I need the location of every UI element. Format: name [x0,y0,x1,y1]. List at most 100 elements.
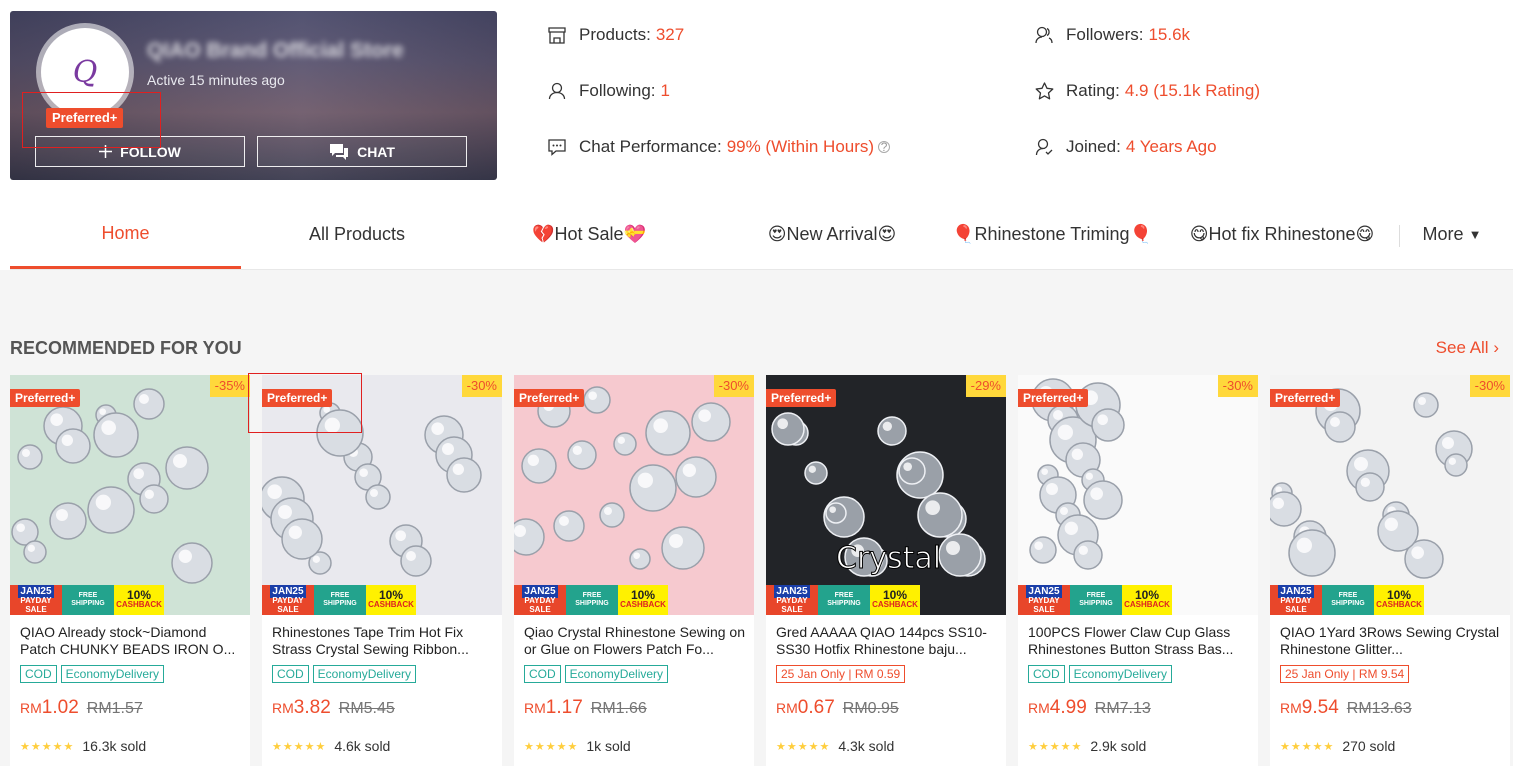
product-photo: Crystal [766,375,1006,615]
product-sold: ★★★★★ 2.9k sold [1028,738,1146,754]
chevron-right-icon: › [1493,338,1499,357]
product-title[interactable]: Gred AAAAA QIAO 144pcs SS10-SS30 Hotfix … [776,624,998,658]
product-image[interactable]: Preferred+ -30% JAN25 PAYDAY SALE FREE SH… [514,375,754,615]
product-sold: ★★★★★ 1k sold [524,738,631,754]
person-check-icon [1034,137,1054,157]
stat-chat-value: 99% (Within Hours) [726,137,875,156]
payday-sale-label: JAN25 PAYDAY SALE [1018,584,1070,615]
product-image[interactable]: Preferred+ -30% JAN25 PAYDAY SALE FREE SH… [1270,375,1510,615]
tab-hot-sale[interactable]: 💔Hot Sale💝 [473,200,705,269]
shop-name: QIAO Brand Official Store [147,39,404,62]
tab-divider [1399,225,1400,247]
product-sold: ★★★★★ 16.3k sold [20,738,146,754]
chat-icon [330,144,349,160]
product-chip: COD [20,665,57,683]
product-card[interactable]: Preferred+ -30% JAN25 PAYDAY SALE FREE SH… [1270,375,1510,775]
rating-stars-icon: ★★★★★ [1028,740,1083,753]
avatar-inner: Q [41,28,129,116]
payday-sale-label: JAN25 PAYDAY SALE [262,584,314,615]
price-value: 0.67 [797,697,835,718]
see-all-link[interactable]: See All › [1436,338,1499,358]
product-chip: 25 Jan Only | RM 0.59 [776,665,906,683]
product-chips: 25 Jan Only | RM 0.59 [776,665,906,683]
chat-label: CHAT [357,143,395,160]
product-title[interactable]: Qiao Crystal Rhinestone Sewing on or Glu… [524,624,746,658]
product-image[interactable]: Preferred+ -30% JAN25 PAYDAY SALE FREE SH… [1018,375,1258,615]
stat-joined-label: Joined: [1066,137,1121,156]
tab-home[interactable]: Home [10,200,241,269]
product-sold: ★★★★★ 270 sold [1280,738,1395,754]
discount-badge: -30% [1217,375,1258,397]
product-card[interactable]: Preferred+ -35% JAN25 PAYDAY SALE FREE SH… [10,375,250,775]
cashback-label: 10% CASHBACK [618,585,668,615]
price-currency: RM [1028,700,1050,716]
product-chip: 25 Jan Only | RM 9.54 [1280,665,1410,683]
free-shipping-label: FREE SHIPPING [62,585,114,615]
product-title[interactable]: QIAO 1Yard 3Rows Sewing Crystal Rhinesto… [1280,624,1502,658]
sold-count: 2.9k sold [1090,738,1147,754]
product-chip: COD [524,665,561,683]
star-icon [1034,81,1054,101]
chat-button[interactable]: CHAT [257,136,467,167]
stat-joined-value: 4 Years Ago [1125,137,1217,156]
follow-button[interactable]: FOLLOW [35,136,245,167]
stat-joined: Joined: 4 Years Ago [1034,137,1217,157]
preferred-plus-badge: Preferred+ [46,108,124,128]
product-title[interactable]: 100PCS Flower Claw Cup Glass Rhinestones… [1028,624,1250,658]
preferred-plus-tag: Preferred+ [1270,389,1341,407]
tab-all-products[interactable]: All Products [241,200,473,269]
stat-rating-value: 4.9 (15.1k Rating) [1124,81,1261,100]
free-shipping-label: FREE SHIPPING [566,585,618,615]
promo-banner: JAN25 PAYDAY SALE FREE SHIPPING 10% CASHBA… [1270,584,1424,615]
product-chip: COD [272,665,309,683]
stat-followers-label: Followers: [1066,25,1144,44]
stat-rating-label: Rating: [1066,81,1120,100]
help-icon[interactable]: ? [878,141,891,153]
original-price: RM7.13 [1094,700,1151,717]
product-card[interactable]: Preferred+ -30% JAN25 PAYDAY SALE FREE SH… [1018,375,1258,775]
person-icon [547,81,567,101]
product-card[interactable]: Preferred+ -30% JAN25 PAYDAY SALE FREE SH… [514,375,754,775]
product-photo [10,375,250,615]
discount-badge: -30% [1469,375,1510,397]
product-image[interactable]: Preferred+ -30% JAN25 PAYDAY SALE FREE SH… [262,375,502,615]
stat-following: Following: 1 [547,81,670,101]
product-title[interactable]: QIAO Already stock~Diamond Patch CHUNKY … [20,624,242,658]
price-value: 9.54 [1301,697,1339,718]
tab-new-arrival[interactable]: 😍New Arrival😍 [716,200,948,269]
product-chips: COD EconomyDelivery [20,665,165,683]
stat-chat-label: Chat Performance: [579,137,722,156]
product-image[interactable]: Crystal Preferred+ -29% JAN25 PAYDAY SALE… [766,375,1006,615]
tab-more[interactable]: More ▼ [1407,200,1497,269]
rating-stars-icon: ★★★★★ [20,740,75,753]
price-value: 1.02 [41,697,79,718]
free-shipping-label: FREE SHIPPING [818,585,870,615]
product-chips: COD EconomyDelivery [1028,665,1173,683]
preferred-plus-tag: Preferred+ [262,389,333,407]
product-chip: EconomyDelivery [564,665,669,683]
preferred-plus-tag: Preferred+ [10,389,81,407]
price-currency: RM [20,700,42,716]
price-currency: RM [272,700,294,716]
original-price: RM1.57 [86,700,143,717]
stat-following-label: Following: [579,81,656,100]
product-card[interactable]: Preferred+ -30% JAN25 PAYDAY SALE FREE SH… [262,375,502,775]
original-price: RM0.95 [842,700,899,717]
stat-products: Products: 327 [547,25,684,45]
tab-hot-fix-rhinestone[interactable]: 😋Hot fix Rhinestone😋 [1170,200,1394,269]
preferred-plus-tag: Preferred+ [514,389,585,407]
product-chips: 25 Jan Only | RM 9.54 [1280,665,1410,683]
product-photo [514,375,754,615]
stat-followers-value: 15.6k [1148,25,1191,44]
product-title[interactable]: Rhinestones Tape Trim Hot Fix Strass Cry… [272,624,494,658]
product-card[interactable]: Crystal Preferred+ -29% JAN25 PAYDAY SALE… [766,375,1006,775]
product-image[interactable]: Preferred+ -35% JAN25 PAYDAY SALE FREE SH… [10,375,250,615]
price-currency: RM [1280,700,1302,716]
tab-rhinestone-triming[interactable]: 🎈Rhinestone Triming🎈 [942,200,1162,269]
product-chip: EconomyDelivery [1068,665,1173,683]
product-sold: ★★★★★ 4.3k sold [776,738,894,754]
shop-avatar[interactable]: Q [36,23,134,121]
payday-sale-label: JAN25 PAYDAY SALE [766,584,818,615]
section-title: RECOMMENDED FOR YOU [10,338,242,358]
sold-count: 270 sold [1342,738,1396,754]
